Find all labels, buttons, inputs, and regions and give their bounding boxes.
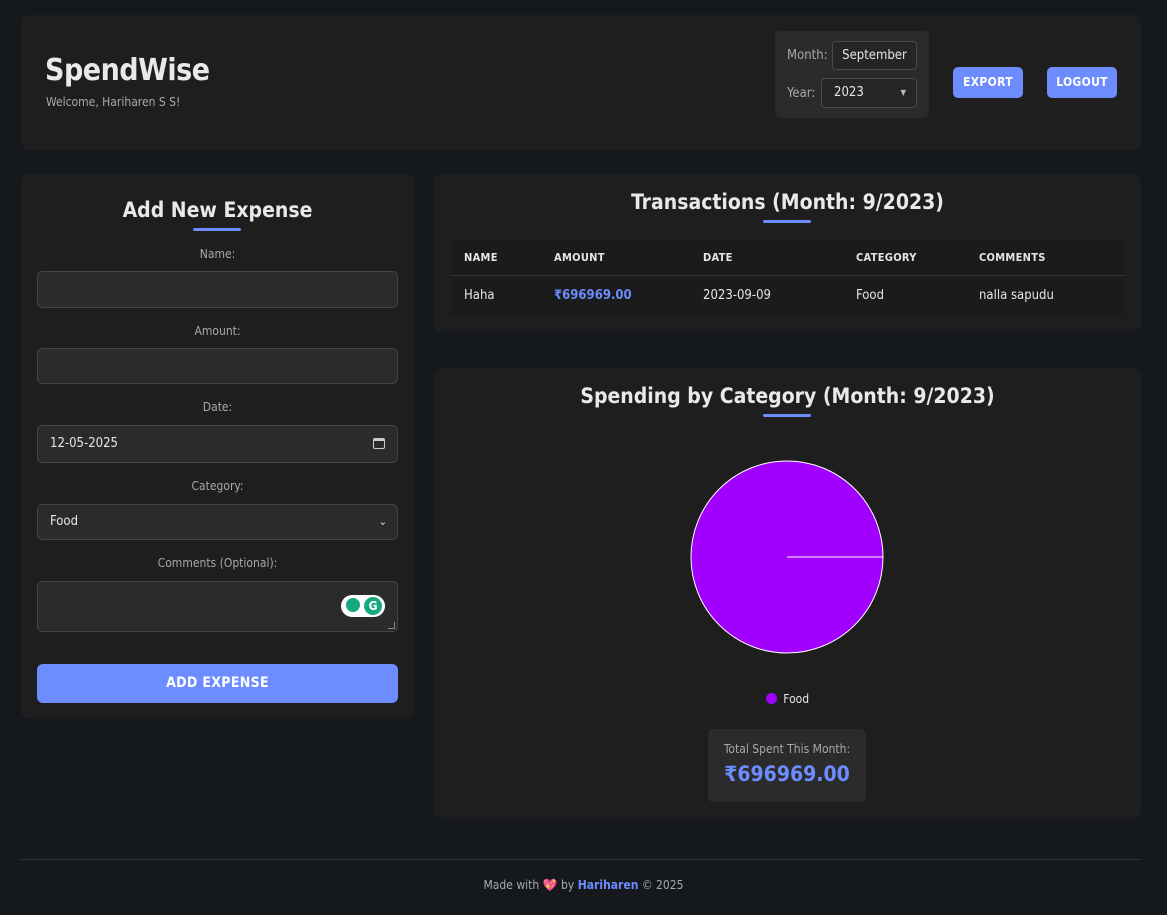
year-value: 2023 <box>834 85 864 100</box>
amount-input[interactable] <box>37 348 398 384</box>
lightbulb-icon <box>346 598 360 612</box>
comments-textarea[interactable]: G <box>37 581 398 632</box>
cell-comments: nalla sapudu <box>979 288 1054 303</box>
title-underline <box>763 220 811 223</box>
footer-copyright: © 2025 <box>641 878 684 892</box>
comments-label: Comments (Optional): <box>157 556 278 570</box>
date-value: 12-05-2025 <box>50 436 118 451</box>
column-header-amount: AMOUNT <box>554 251 605 264</box>
footer-by: by <box>561 878 575 892</box>
logout-button[interactable]: LOGOUT <box>1047 67 1117 98</box>
transactions-title: Transactions (Month: 9/2023) <box>631 190 944 214</box>
month-label: Month: <box>787 48 828 63</box>
date-input[interactable]: 12-05-2025 <box>37 425 398 463</box>
grammarly-widget[interactable]: G <box>341 595 385 617</box>
month-input[interactable]: September <box>832 41 917 70</box>
add-expense-card: Add New Expense Name: Amount: Date: 12-0… <box>21 174 414 719</box>
welcome-message: Welcome, Hariharen S S! <box>46 95 181 109</box>
cell-category: Food <box>856 288 884 303</box>
app-title: SpendWise <box>45 53 210 88</box>
header-card: SpendWise Welcome, Hariharen S S! Month:… <box>21 15 1141 150</box>
grammarly-icon: G <box>364 597 382 615</box>
column-header-comments: COMMENTS <box>979 251 1046 264</box>
column-header-date: DATE <box>703 251 733 264</box>
transactions-card: Transactions (Month: 9/2023) NAME AMOUNT… <box>434 174 1141 332</box>
footer: Made with 💖 by Hariharen © 2025 <box>0 878 1167 892</box>
year-label: Year: <box>787 86 816 101</box>
chart-legend[interactable]: Food <box>434 692 1141 706</box>
calendar-icon[interactable] <box>373 438 385 449</box>
title-underline <box>193 228 241 231</box>
total-spent-value: ₹696969.00 <box>724 762 850 786</box>
add-expense-button[interactable]: ADD EXPENSE <box>37 664 398 703</box>
cell-amount: ₹696969.00 <box>554 288 632 303</box>
chevron-down-icon: ⌄ <box>378 515 387 528</box>
amount-label: Amount: <box>194 324 241 338</box>
resize-handle-icon[interactable] <box>388 622 395 629</box>
date-label: Date: <box>202 400 233 414</box>
total-spent-box: Total Spent This Month: ₹696969.00 <box>708 729 866 802</box>
cell-date: 2023-09-09 <box>703 288 771 303</box>
table-divider <box>450 275 1125 276</box>
footer-made-with: Made with <box>483 878 540 892</box>
transactions-table: NAME AMOUNT DATE CATEGORY COMMENTS Haha … <box>450 240 1125 316</box>
category-value: Food <box>50 514 78 529</box>
year-select[interactable]: 2023 ▼ <box>821 78 917 108</box>
category-label: Category: <box>191 479 244 493</box>
footer-divider <box>21 859 1141 860</box>
category-select[interactable]: Food ⌄ <box>37 504 398 540</box>
date-filter: Month: September Year: 2023 ▼ <box>775 31 929 118</box>
legend-label: Food <box>783 692 810 706</box>
cell-name: Haha <box>464 288 495 303</box>
legend-swatch <box>765 693 777 704</box>
spending-card: Spending by Category (Month: 9/2023) Foo… <box>434 368 1141 819</box>
spending-pie-chart <box>690 460 884 654</box>
name-label: Name: <box>199 247 236 261</box>
export-button[interactable]: EXPORT <box>953 67 1023 98</box>
chevron-down-icon: ▼ <box>900 88 906 97</box>
total-spent-label: Total Spent This Month: <box>723 742 851 756</box>
heart-icon: 💖 <box>542 878 558 892</box>
name-input[interactable] <box>37 271 398 308</box>
footer-author-link[interactable]: Hariharen <box>578 878 639 892</box>
form-title: Add New Expense <box>122 198 313 222</box>
column-header-category: CATEGORY <box>856 251 917 264</box>
column-header-name: NAME <box>464 251 498 264</box>
